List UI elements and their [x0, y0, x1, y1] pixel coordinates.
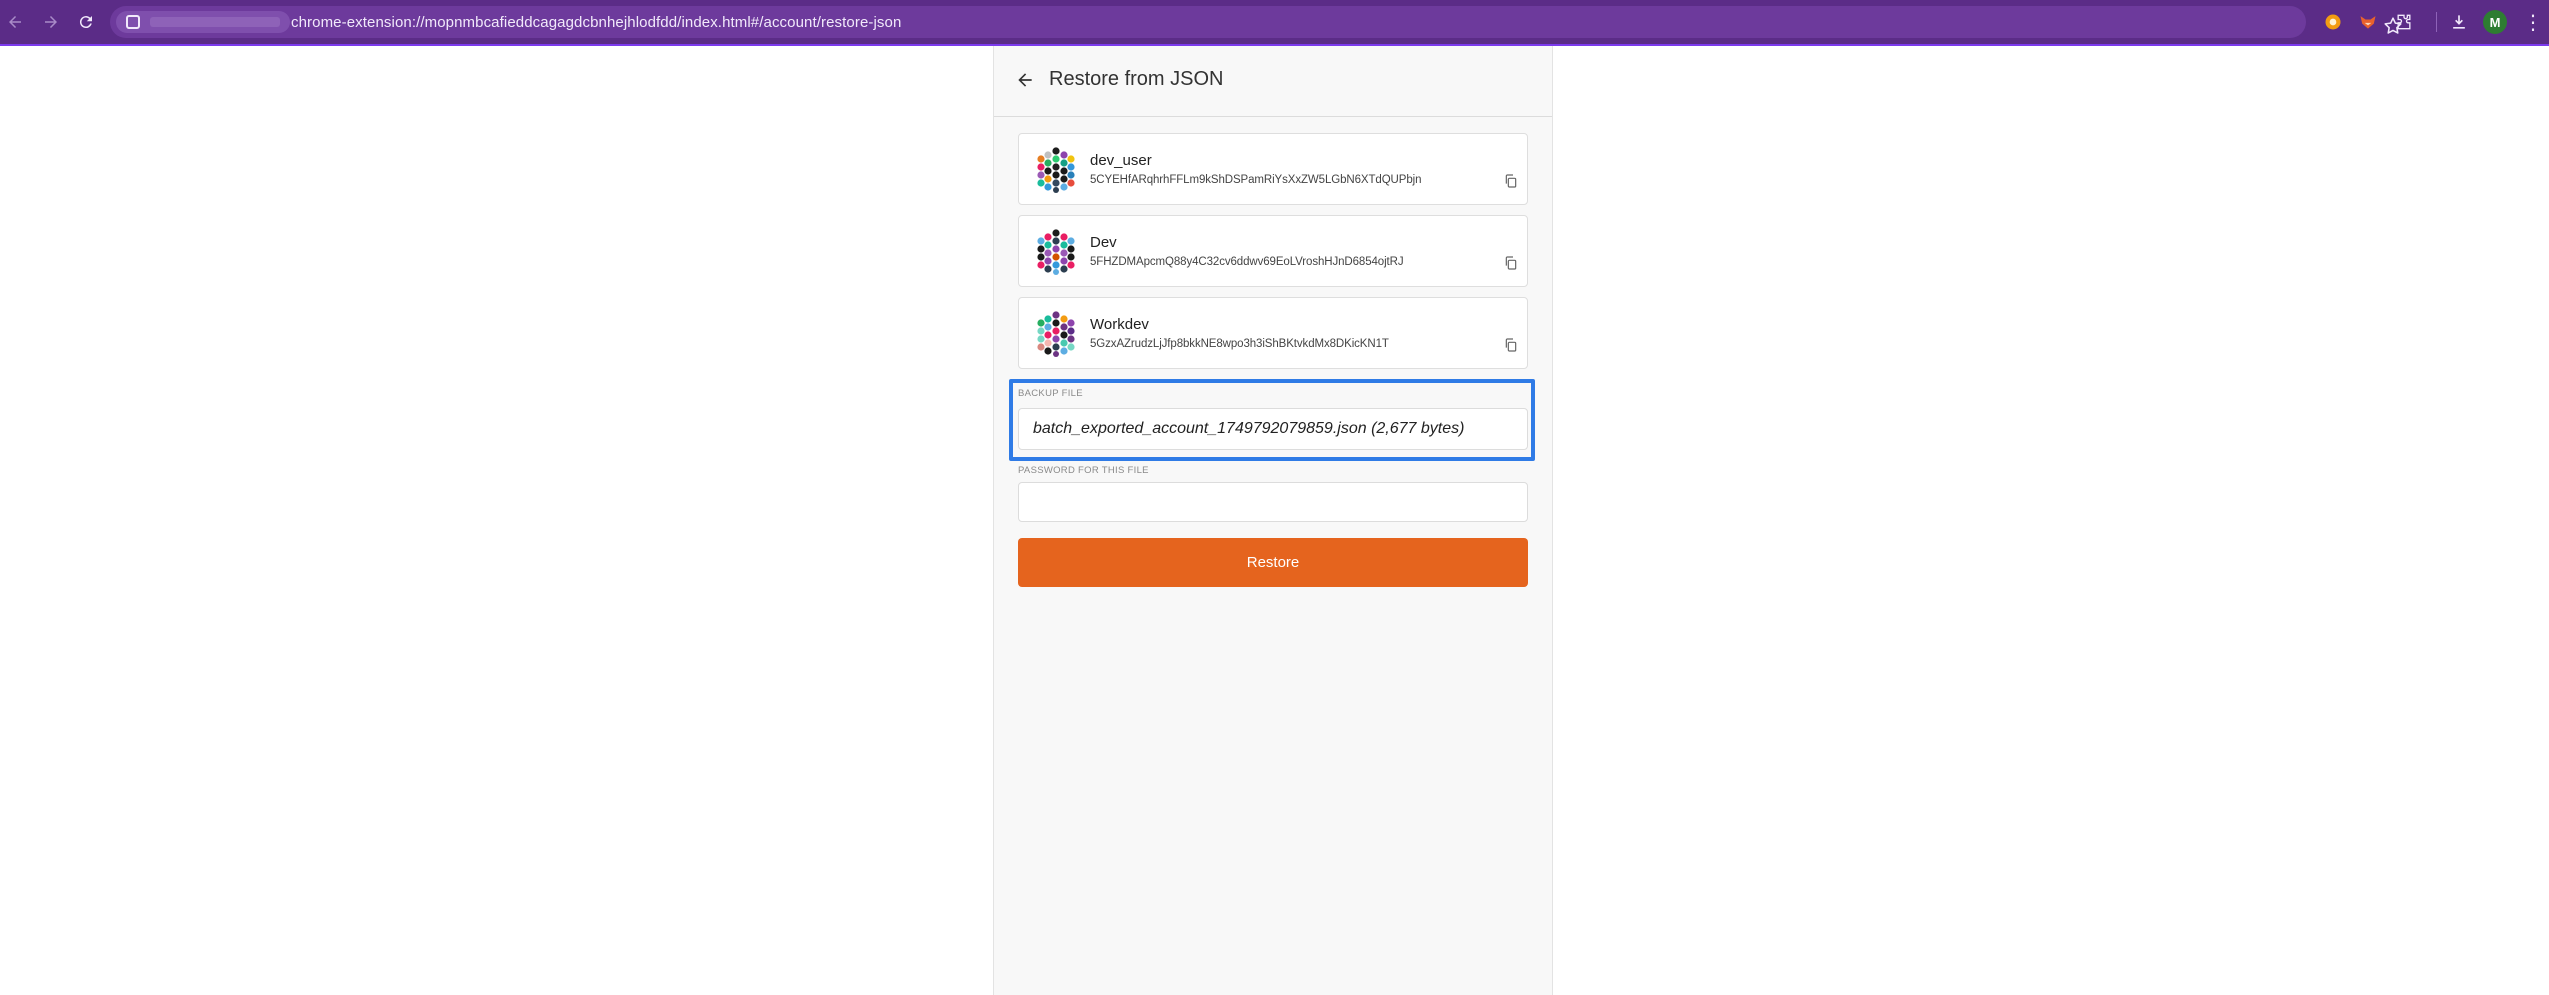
- account-identicon: [1037, 229, 1075, 275]
- account-identicon: [1037, 147, 1075, 193]
- account-card: Workdev 5GzxAZrudzLjJfp8bkkNE8wpo3h3iShB…: [1018, 297, 1528, 369]
- account-name: dev_user: [1090, 152, 1152, 169]
- account-address: 5GzxAZrudzLjJfp8bkkNE8wpo3h3iShBKtvkdMx8…: [1090, 338, 1389, 350]
- extension-fox-icon[interactable]: [2356, 10, 2380, 34]
- address-bar[interactable]: chrome-extension://mopnmbcafieddcagagdcb…: [110, 6, 2402, 38]
- account-identicon: [1037, 311, 1075, 357]
- extensions-puzzle-icon[interactable]: [2392, 10, 2416, 34]
- browser-toolbar: chrome-extension://mopnmbcafieddcagagdcb…: [0, 0, 2549, 44]
- extension-panel: Restore from JSON dev_user 5CYEHfARqhrhF…: [993, 46, 1553, 995]
- download-icon[interactable]: [2447, 10, 2471, 34]
- url-text[interactable]: chrome-extension://mopnmbcafieddcagagdcb…: [291, 14, 901, 31]
- account-name: Dev: [1090, 234, 1117, 251]
- copy-icon[interactable]: [1503, 173, 1519, 189]
- account-card: dev_user 5CYEHfARqhrhFFLm9kShDSPamRiYsXx…: [1018, 133, 1528, 205]
- page-title: Restore from JSON: [1049, 68, 1224, 90]
- password-label: PASSWORD FOR THIS FILE: [1018, 465, 1149, 476]
- password-input[interactable]: [1018, 482, 1528, 522]
- account-card: Dev 5FHZDMApcmQ88y4C32cv6ddwv69EoLVroshH…: [1018, 215, 1528, 287]
- site-chip-label: [150, 17, 280, 27]
- focus-highlight-frame: [1009, 379, 1535, 461]
- account-address: 5CYEHfARqhrhFFLm9kShDSPamRiYsXxZW5LGbN6X…: [1090, 174, 1422, 186]
- account-name: Workdev: [1090, 316, 1149, 333]
- extension-page-icon: [126, 15, 140, 29]
- back-icon[interactable]: [3, 10, 27, 34]
- reload-icon[interactable]: [74, 10, 98, 34]
- restore-button[interactable]: Restore: [1018, 538, 1528, 587]
- back-arrow-icon[interactable]: [1015, 70, 1037, 92]
- forward-icon[interactable]: [39, 10, 63, 34]
- copy-icon[interactable]: [1503, 337, 1519, 353]
- page-header: Restore from JSON: [994, 46, 1552, 117]
- extension-orange-icon[interactable]: [2321, 10, 2345, 34]
- copy-icon[interactable]: [1503, 255, 1519, 271]
- browser-menu-icon[interactable]: ⋮: [2523, 10, 2543, 34]
- profile-avatar[interactable]: M: [2483, 10, 2507, 34]
- site-info-chip[interactable]: [116, 11, 290, 33]
- toolbar-divider: [2436, 12, 2437, 32]
- account-address: 5FHZDMApcmQ88y4C32cv6ddwv69EoLVroshHJnD6…: [1090, 256, 1404, 268]
